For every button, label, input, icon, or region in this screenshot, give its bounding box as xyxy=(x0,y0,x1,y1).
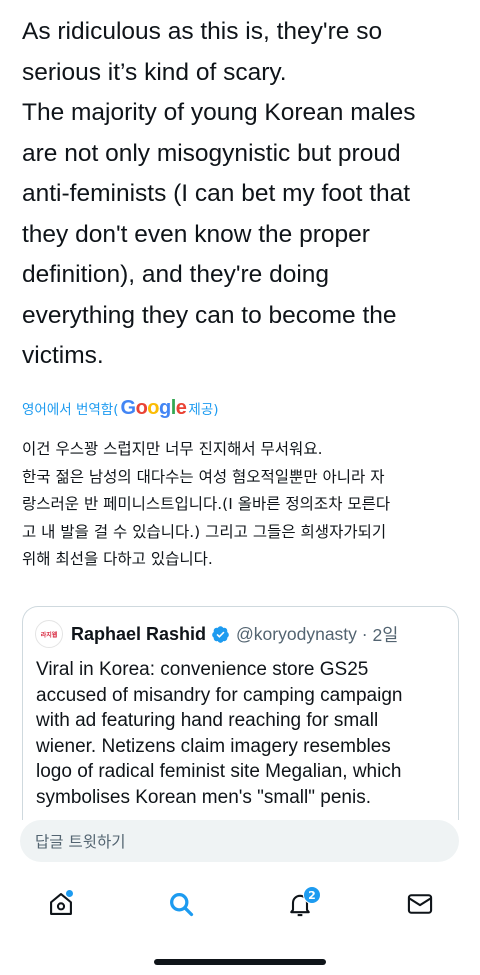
quoted-tweet-header: 라지웹 Raphael Rashid @koryodynasty · 2일 xyxy=(35,620,399,648)
separator-dot: · xyxy=(356,623,373,644)
google-logo: Google xyxy=(120,396,187,419)
translated-tweet-text: 이건 우스꽝 스럽지만 너무 진지해서 무서워요. 한국 젊은 남성의 대다수는… xyxy=(22,440,391,568)
translation-prefix: 영어에서 번역함( xyxy=(22,402,119,418)
tweet-body-text: As ridiculous as this is, they're so ser… xyxy=(22,18,416,369)
translation-suffix: 제공) xyxy=(188,402,219,418)
bottom-tab-bar: 2 xyxy=(0,872,480,936)
home-indicator[interactable] xyxy=(154,959,326,965)
messages-envelope-icon xyxy=(407,894,433,914)
tab-notifications[interactable]: 2 xyxy=(280,886,321,922)
quoted-tweet-text: Viral in Korea: convenience store GS25 a… xyxy=(36,659,403,808)
search-icon xyxy=(170,893,194,917)
quoted-tweet-card[interactable]: 라지웹 Raphael Rashid @koryodynasty · 2일 Vi… xyxy=(22,606,459,836)
avatar[interactable]: 라지웹 xyxy=(35,620,63,648)
notification-count-badge: 2 xyxy=(303,886,321,904)
tab-home[interactable] xyxy=(41,886,81,922)
quoted-tweet-time: 2일 xyxy=(372,624,399,645)
translation-attribution[interactable]: 영어에서 번역함( Google 제공) xyxy=(22,396,219,420)
quoted-author-name[interactable]: Raphael Rashid xyxy=(71,624,206,645)
tab-search[interactable] xyxy=(161,886,201,922)
quoted-author-handle[interactable]: @koryodynasty xyxy=(236,624,357,645)
tab-messages[interactable] xyxy=(400,886,440,922)
reply-placeholder: 답글 트윗하기 xyxy=(35,833,126,851)
reply-input[interactable]: 답글 트윗하기 xyxy=(20,820,459,862)
home-new-dot xyxy=(66,890,73,897)
verified-badge-icon xyxy=(212,625,229,643)
reply-bar: 답글 트윗하기 xyxy=(0,820,480,872)
